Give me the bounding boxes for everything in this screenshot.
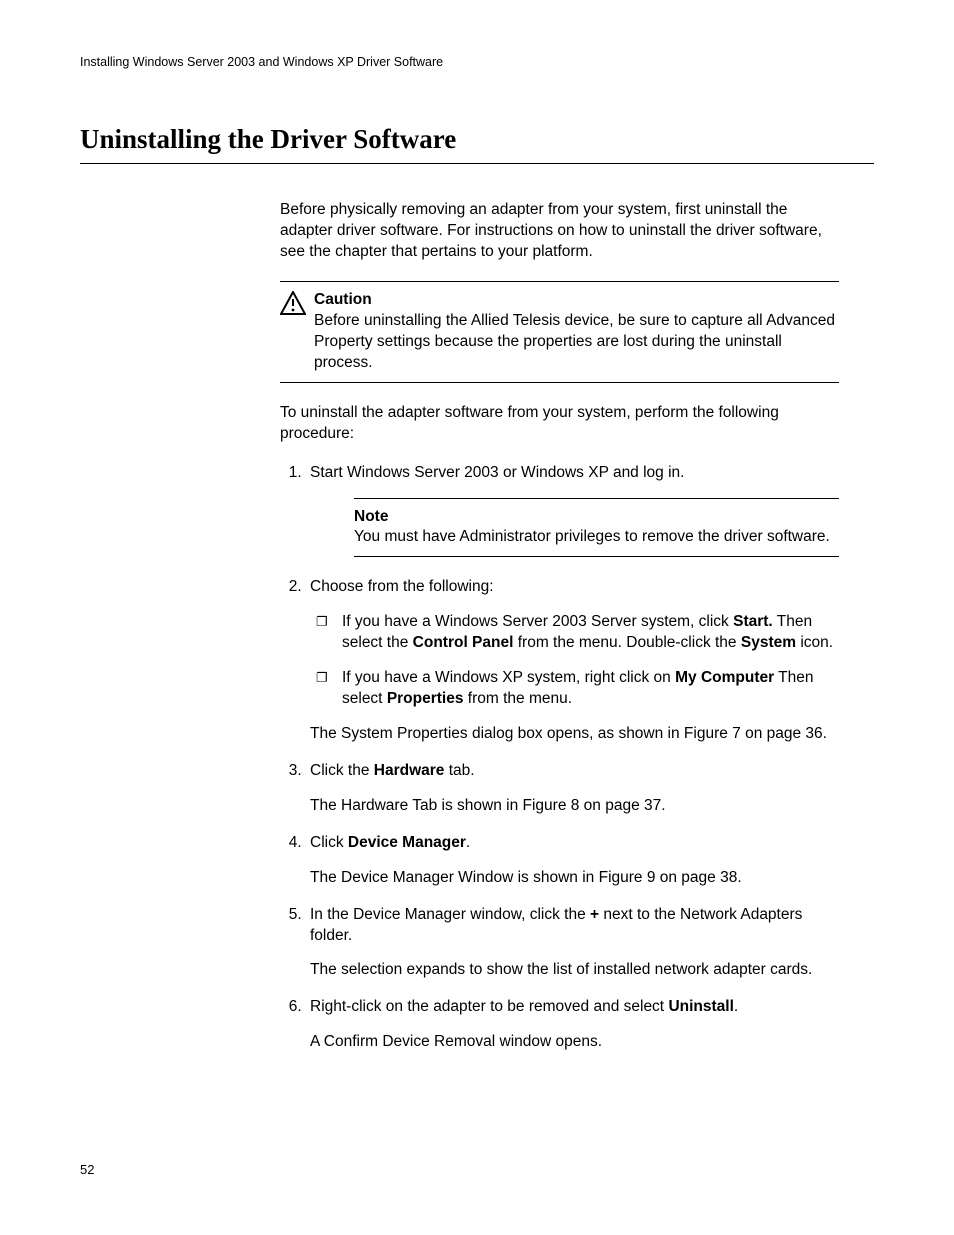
- section-title: Uninstalling the Driver Software: [80, 121, 874, 164]
- step-6-result: A Confirm Device Removal window opens.: [310, 1032, 839, 1053]
- step-1-text: Start Windows Server 2003 or Windows XP …: [310, 464, 684, 481]
- step-6: Right-click on the adapter to be removed…: [306, 997, 839, 1053]
- step-5: In the Device Manager window, click the …: [306, 905, 839, 982]
- procedure-lead-in: To uninstall the adapter software from y…: [280, 403, 839, 445]
- step-2-option-b: If you have a Windows XP system, right c…: [316, 668, 839, 710]
- step-2-result: The System Properties dialog box opens, …: [310, 724, 839, 745]
- procedure-steps: Start Windows Server 2003 or Windows XP …: [280, 463, 839, 1054]
- note-callout: Note You must have Administrator privile…: [354, 498, 839, 558]
- caution-callout: Caution Before uninstalling the Allied T…: [280, 281, 839, 383]
- warning-icon: [280, 291, 306, 322]
- page-number: 52: [80, 1161, 94, 1179]
- document-page: Installing Windows Server 2003 and Windo…: [0, 0, 954, 1235]
- note-title: Note: [354, 507, 839, 528]
- step-2-options: If you have a Windows Server 2003 Server…: [310, 612, 839, 710]
- step-4-result: The Device Manager Window is shown in Fi…: [310, 868, 839, 889]
- step-3: Click the Hardware tab. The Hardware Tab…: [306, 761, 839, 817]
- caution-body: Before uninstalling the Allied Telesis d…: [314, 311, 839, 374]
- step-5-result: The selection expands to show the list o…: [310, 960, 839, 981]
- step-4: Click Device Manager. The Device Manager…: [306, 833, 839, 889]
- step-2-lead: Choose from the following:: [310, 578, 494, 595]
- step-2: Choose from the following: If you have a…: [306, 577, 839, 745]
- intro-paragraph: Before physically removing an adapter fr…: [280, 200, 839, 263]
- caution-title: Caution: [314, 290, 839, 311]
- step-3-result: The Hardware Tab is shown in Figure 8 on…: [310, 796, 839, 817]
- step-2-option-a: If you have a Windows Server 2003 Server…: [316, 612, 839, 654]
- running-header: Installing Windows Server 2003 and Windo…: [80, 54, 874, 71]
- step-1: Start Windows Server 2003 or Windows XP …: [306, 463, 839, 558]
- body-column: Before physically removing an adapter fr…: [280, 200, 839, 1053]
- note-body: You must have Administrator privileges t…: [354, 527, 839, 548]
